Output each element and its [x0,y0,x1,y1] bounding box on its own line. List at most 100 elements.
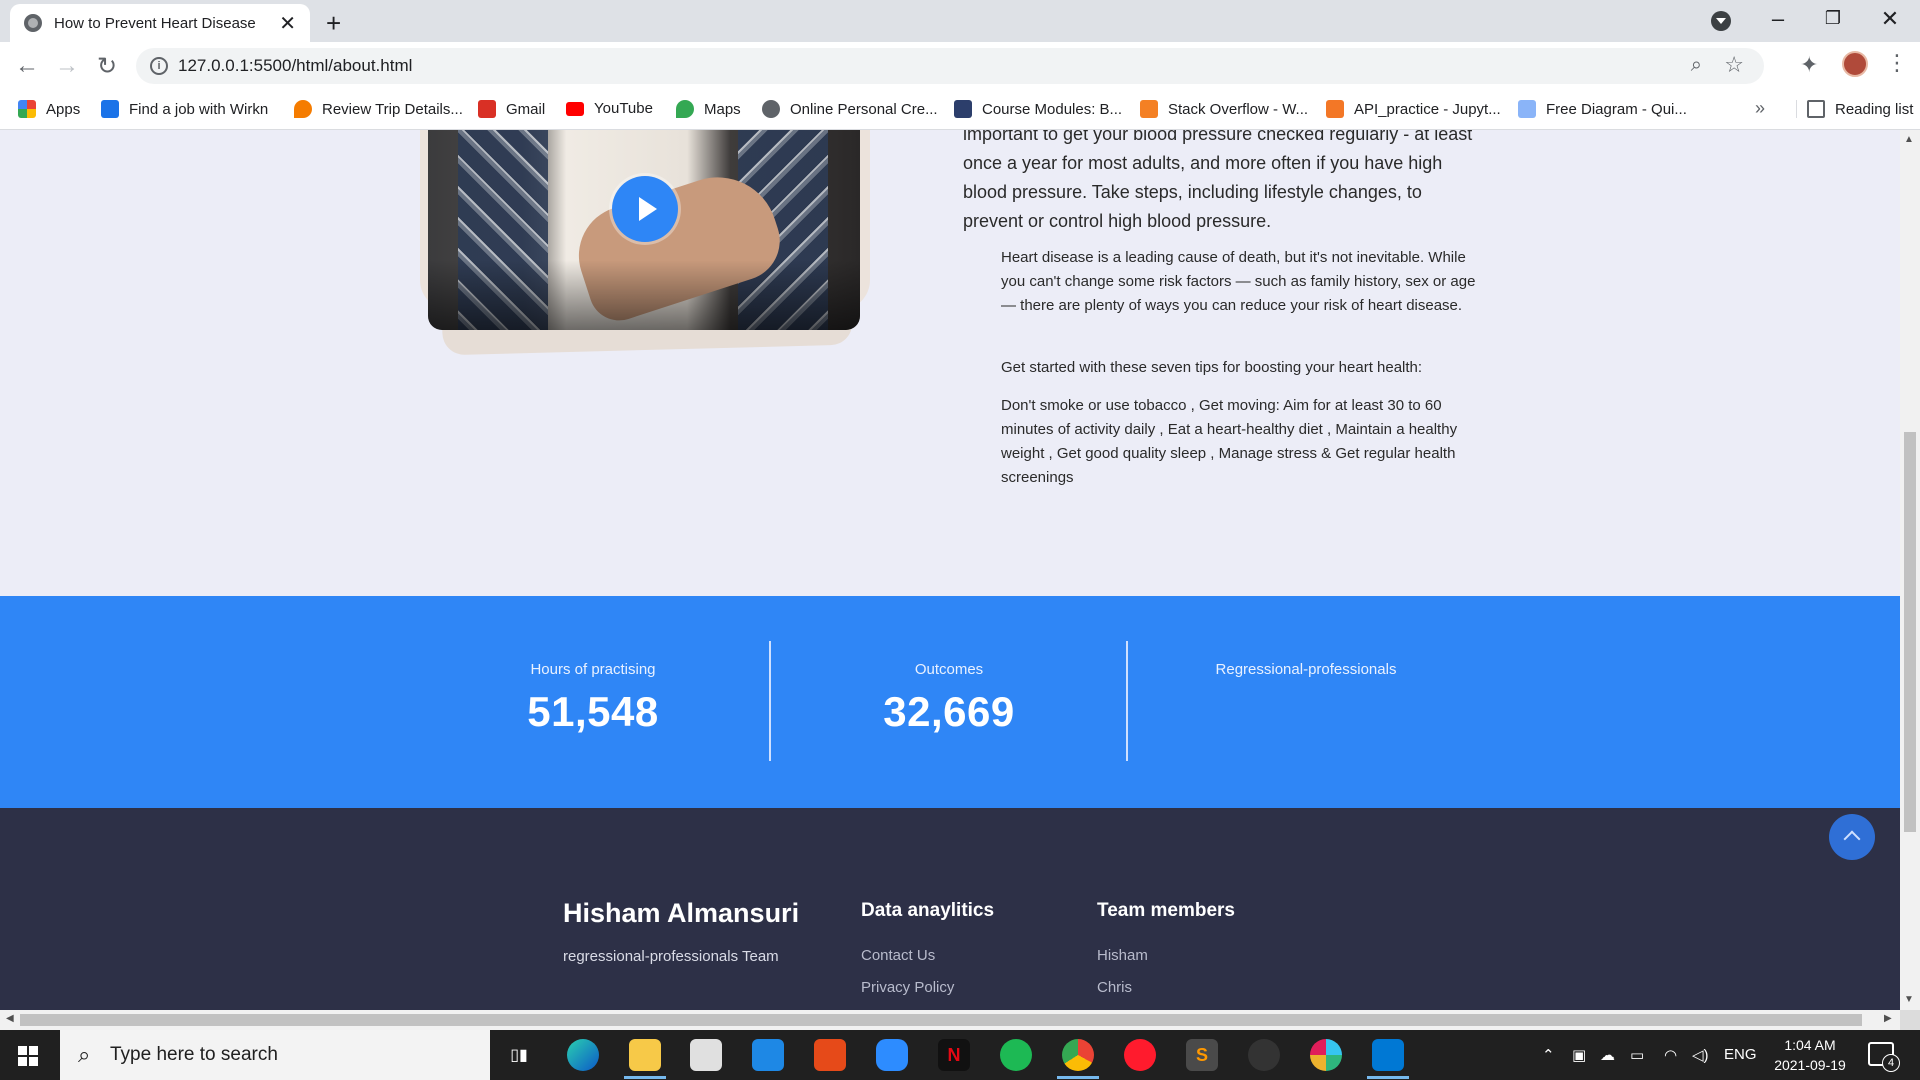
slack-icon[interactable] [1310,1039,1342,1071]
profile-avatar[interactable] [1842,51,1868,77]
maps-icon [676,100,694,118]
scrollbar-corner [1900,1010,1920,1030]
windows-start-icon[interactable] [18,1046,38,1066]
scrollbar-thumb[interactable] [1904,432,1916,832]
reading-list-label: Reading list [1835,100,1914,118]
bookmark-item[interactable]: Find a job with Wirkn [101,100,268,118]
close-tab-icon[interactable]: ✕ [279,11,296,36]
zoom-icon[interactable]: ⌕ [1691,54,1702,77]
scroll-up-icon[interactable]: ▲ [1904,134,1914,145]
show-hidden-icons[interactable]: ⌃ [1542,1046,1555,1064]
meet-now-icon[interactable]: ▣ [1572,1046,1586,1064]
battery-icon[interactable]: ▭ [1630,1046,1644,1064]
task-view-icon[interactable]: ▯▮ [503,1039,535,1071]
play-button-icon[interactable] [612,176,678,242]
store-icon[interactable] [690,1039,722,1071]
search-icon: ⌕ [78,1042,91,1067]
bookmark-item[interactable]: Online Personal Cre... [762,100,938,118]
stackoverflow-icon [1140,100,1158,118]
globe-icon [24,14,42,32]
bookmark-item[interactable]: Apps [18,100,80,118]
office-icon[interactable] [814,1039,846,1071]
bookmark-label: API_practice - Jupyt... [1354,100,1501,118]
forward-icon[interactable]: → [52,52,82,80]
tips-paragraph: Don't smoke or use tobacco , Get moving:… [1001,397,1458,486]
menu-kebab-icon[interactable]: ⋮ [1886,50,1908,76]
reading-list-button[interactable]: Reading list [1796,100,1913,118]
reload-icon[interactable]: ↻ [92,52,122,81]
netflix-icon[interactable]: N [938,1039,970,1071]
wirkn-icon [101,100,119,118]
bookmark-item[interactable]: API_practice - Jupyt... [1326,100,1501,118]
footer-link-privacy[interactable]: Privacy Policy [861,979,954,996]
scrollbar-thumb[interactable] [20,1014,1862,1026]
stat-outcomes: Outcomes 32,669 [771,641,1127,761]
bookmark-label: YouTube [594,100,653,117]
bookmark-item[interactable]: Stack Overflow - W... [1140,100,1308,118]
action-center-icon[interactable]: 4 [1868,1042,1900,1072]
vertical-scrollbar[interactable]: ▲ ▼ [1900,130,1920,1010]
bookmark-label: Gmail [506,100,546,118]
bookmark-label: Find a job with Wirkn [129,100,269,118]
back-to-top-button[interactable] [1829,814,1875,860]
browser-toolbar: ← → ↻ i 127.0.0.1:5500/html/about.html ⌕… [0,42,1920,90]
scroll-down-icon[interactable]: ▼ [1904,994,1914,1005]
more-bookmarks-icon[interactable]: » [1755,98,1765,119]
footer-link-member[interactable]: Chris [1097,979,1132,996]
address-bar[interactable]: i 127.0.0.1:5500/html/about.html ⌕ ☆ [136,48,1764,84]
site-footer: Hisham Almansuri regressional-profession… [0,808,1900,1010]
minimize-icon[interactable]: – [1758,6,1798,32]
edge-icon[interactable] [567,1039,599,1071]
opera-icon[interactable] [1124,1039,1156,1071]
bookmark-label: Online Personal Cre... [790,100,938,118]
stat-label: Hours of practising [530,661,656,678]
search-placeholder[interactable]: Type here to search [110,1044,278,1066]
course-icon [954,100,972,118]
browser-tab[interactable]: How to Prevent Heart Disease ✕ [10,4,310,42]
onedrive-icon[interactable]: ☁ [1600,1046,1615,1064]
bookmark-star-icon[interactable]: ☆ [1724,52,1744,78]
zoom-app-icon[interactable] [876,1039,908,1071]
location-pin-icon [294,100,312,118]
bookmark-item[interactable]: Review Trip Details... [294,100,463,118]
footer-link-contact[interactable]: Contact Us [861,947,935,964]
url-text[interactable]: 127.0.0.1:5500/html/about.html [178,56,412,76]
scroll-left-icon[interactable]: ◀ [6,1013,14,1024]
youtube-icon [566,101,584,116]
bookmark-item[interactable]: YouTube [566,100,653,117]
volume-icon[interactable]: ◁) [1692,1046,1709,1064]
extensions-icon[interactable]: ✦ [1800,52,1818,78]
stat-label: Regressional-professionals [1215,661,1397,678]
system-clock[interactable]: 1:04 AM 2021-09-19 [1770,1035,1850,1075]
scroll-right-icon[interactable]: ▶ [1884,1013,1892,1024]
back-icon[interactable]: ← [12,52,42,80]
tab-search-icon[interactable] [1711,11,1731,31]
file-explorer-icon[interactable] [629,1039,661,1071]
horizontal-scrollbar[interactable]: ◀ ▶ [0,1010,1900,1030]
vscode-icon[interactable] [1372,1039,1404,1071]
site-info-icon[interactable]: i [150,57,168,75]
close-window-icon[interactable]: ✕ [1870,6,1910,32]
apps-grid-icon [18,100,36,118]
wifi-icon[interactable]: ◠ [1664,1046,1677,1064]
bookmark-label: Review Trip Details... [322,100,463,118]
alienware-icon[interactable] [1248,1039,1280,1071]
bookmark-item[interactable]: Gmail [478,100,545,118]
stats-section: Hours of practising 51,548 Outcomes 32,6… [0,596,1900,808]
restore-icon[interactable]: ❐ [1813,8,1853,29]
language-indicator[interactable]: ENG [1724,1046,1757,1063]
page-viewport: important to get your blood pressure che… [0,130,1900,1010]
chrome-icon[interactable] [1062,1039,1094,1071]
sublime-icon[interactable]: S [1186,1039,1218,1071]
body-paragraph: Get started with these seven tips for bo… [1001,359,1423,376]
bookmark-item[interactable]: Free Diagram - Qui... [1518,100,1687,118]
active-indicator [624,1076,666,1079]
bookmark-item[interactable]: Course Modules: B... [954,100,1122,118]
new-tab-button[interactable]: + [326,8,341,39]
mail-icon[interactable] [752,1039,784,1071]
bookmark-label: Free Diagram - Qui... [1546,100,1687,118]
footer-link-member[interactable]: Hisham [1097,947,1148,964]
spotify-icon[interactable] [1000,1039,1032,1071]
bookmark-item[interactable]: Maps [676,100,741,118]
taskbar-search[interactable]: ⌕ Type here to search [60,1030,490,1080]
